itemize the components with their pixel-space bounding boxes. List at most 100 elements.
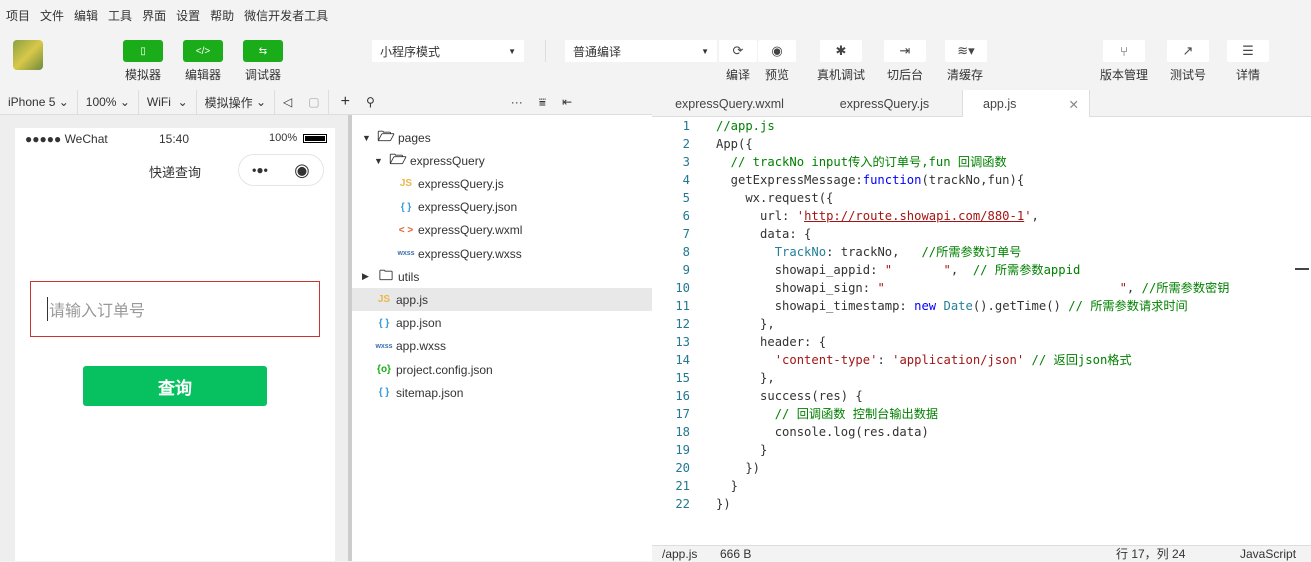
more-button[interactable]: ···: [503, 90, 531, 115]
compile-mode-select[interactable]: 普通编译 ▼: [565, 40, 717, 62]
remote-debug-button[interactable]: ✱: [820, 40, 862, 62]
code-token: // 所需参数appid: [972, 263, 1081, 277]
mode-select[interactable]: 小程序模式 ▼: [372, 40, 524, 62]
caret-down-icon: ▼: [508, 46, 516, 56]
line-number: 15: [675, 371, 690, 385]
caret-right-icon[interactable]: ▶: [362, 271, 376, 282]
code-line: 20 }): [652, 459, 1292, 477]
tab-expressquery-js[interactable]: expressQuery.js: [807, 90, 962, 117]
config-file-icon: {o}: [377, 364, 391, 375]
tree-item[interactable]: JS expressQuery.js: [352, 172, 652, 195]
code-token: ': [1024, 209, 1032, 223]
code-editor[interactable]: 1 //app.js 2 App({3 // trackNo input传入的订单号,…: [652, 117, 1311, 545]
tree-item[interactable]: ▼ 🗁 expressQuery: [352, 149, 652, 172]
panel-left-icon: ⇤: [562, 95, 573, 109]
detach-button[interactable]: ▢: [300, 89, 329, 115]
tree-item[interactable]: JS app.js: [352, 288, 652, 312]
close-circle-icon[interactable]: ◉: [294, 160, 310, 181]
menu-view[interactable]: 界面: [142, 7, 166, 24]
preview-button[interactable]: ◉: [758, 40, 796, 62]
caret-down-icon[interactable]: ▼: [362, 133, 376, 143]
more-dots-icon[interactable]: •●•: [252, 163, 268, 177]
editor-toggle-button[interactable]: </>: [183, 40, 223, 62]
menu-project[interactable]: 项目: [6, 7, 30, 24]
tab-app-js[interactable]: app.js ✕: [962, 90, 1090, 118]
network-select[interactable]: WiFi ⌄: [139, 89, 197, 115]
language-mode[interactable]: JavaScript: [1240, 547, 1296, 561]
layers-icon: ≋▾: [957, 43, 975, 58]
test-account-label: 测试号: [1169, 68, 1206, 82]
cursor-position[interactable]: 行 17，列 24: [1116, 545, 1185, 562]
background-button[interactable]: ⇥: [884, 40, 926, 62]
tree-item[interactable]: ▼ 🗁 pages: [352, 126, 652, 149]
compile-mode-value: 普通编译: [573, 44, 622, 59]
device-value: iPhone 5: [8, 95, 56, 109]
search-button[interactable]: ⚲: [358, 90, 383, 115]
tree-item[interactable]: wxss expressQuery.wxss: [352, 242, 652, 265]
close-icon[interactable]: ✕: [1069, 97, 1079, 112]
file-tree: ▼ 🗁 pages ▼ 🗁 expressQuery JS expressQuery.js{ …: [352, 115, 652, 561]
zoom-select[interactable]: 100% ⌄: [78, 89, 139, 115]
code-line: 8 TrackNo: trackNo, //所需参数订单号: [652, 243, 1292, 261]
device-select[interactable]: iPhone 5 ⌄: [0, 89, 78, 115]
code-token: new: [914, 299, 937, 313]
tab-expressquery-wxml[interactable]: expressQuery.wxml: [652, 90, 807, 117]
clear-cache-label: 清缓存: [946, 68, 983, 82]
bug-icon: ✱: [835, 43, 847, 58]
code-line: 1 //app.js: [652, 117, 1292, 135]
code-line: 10 showapi_sign: " ", //所需参数密钥: [652, 279, 1292, 297]
refresh-icon: ⟳: [732, 43, 744, 58]
clear-cache-button[interactable]: ≋▾: [945, 40, 987, 62]
menu-tools[interactable]: 工具: [108, 7, 132, 24]
line-number: 20: [675, 461, 690, 475]
collapse-button[interactable]: ⩸: [531, 90, 554, 115]
test-account-button[interactable]: ↗: [1167, 40, 1209, 62]
tree-item[interactable]: < > expressQuery.wxml: [352, 219, 652, 242]
tree-item[interactable]: wxss app.wxss: [352, 335, 652, 358]
preview-label: 预览: [764, 68, 789, 82]
sim-ops-select[interactable]: 模拟操作 ⌄: [197, 89, 276, 115]
code-token: http://route.showapi.com/880-1: [804, 209, 1025, 223]
details-label: 详情: [1235, 68, 1260, 82]
tree-item[interactable]: { } sitemap.json: [352, 381, 652, 404]
order-number-input[interactable]: 请输入订单号: [30, 281, 320, 337]
phone-screen: ●●●●● WeChat 15:40 100% 快递查询 •●• ◉ 请输入订单号…: [15, 128, 335, 561]
code-icon: </>: [195, 45, 211, 57]
tree-item[interactable]: ▶ 🗀 utils: [352, 265, 652, 288]
menu-help[interactable]: 帮助: [210, 7, 234, 24]
details-button[interactable]: ☰: [1227, 40, 1269, 62]
code-line: 22}): [652, 495, 1292, 513]
line-number: 9: [682, 263, 690, 277]
tree-item[interactable]: { } app.json: [352, 312, 652, 335]
tree-item[interactable]: {o} project.config.json: [352, 358, 652, 381]
new-file-button[interactable]: +: [333, 90, 358, 115]
simulator-toggle-button[interactable]: ▯: [123, 40, 163, 62]
mute-button[interactable]: ◁: [275, 90, 300, 115]
tree-item-label: app.js: [396, 292, 429, 307]
version-button[interactable]: ⑂: [1103, 40, 1145, 62]
tree-item[interactable]: { } expressQuery.json: [352, 196, 652, 219]
menu-edit[interactable]: 编辑: [74, 7, 98, 24]
line-number: 13: [675, 335, 690, 349]
status-bar: /app.js 666 B 行 17，列 24 JavaScript: [652, 545, 1311, 561]
debugger-toggle-button[interactable]: ⇆: [243, 40, 283, 62]
chevron-down-icon: ⌄: [119, 95, 130, 109]
line-number: 12: [675, 317, 690, 331]
code-token: TrackNo: [774, 245, 827, 259]
capsule-menu[interactable]: •●• ◉: [238, 154, 324, 186]
menu-devtools[interactable]: 微信开发者工具: [244, 7, 328, 24]
simulator-panel: ●●●●● WeChat 15:40 100% 快递查询 •●• ◉ 请输入订单号…: [0, 115, 350, 561]
divider: [545, 40, 546, 62]
query-button[interactable]: 查询: [83, 366, 267, 406]
code-token: //app.js: [716, 119, 775, 133]
caret-down-icon[interactable]: ▼: [374, 156, 388, 166]
compile-button[interactable]: ⟳: [719, 40, 757, 62]
sim-ops-value: 模拟操作: [204, 95, 253, 110]
menu-file[interactable]: 文件: [40, 7, 64, 24]
code-line: 17 // 回调函数 控制台输出数据: [652, 405, 1292, 423]
avatar[interactable]: [13, 40, 43, 70]
menu-settings[interactable]: 设置: [176, 7, 200, 24]
hide-tree-button[interactable]: ⇤: [554, 90, 580, 115]
external-link-icon: ↗: [1182, 43, 1194, 58]
